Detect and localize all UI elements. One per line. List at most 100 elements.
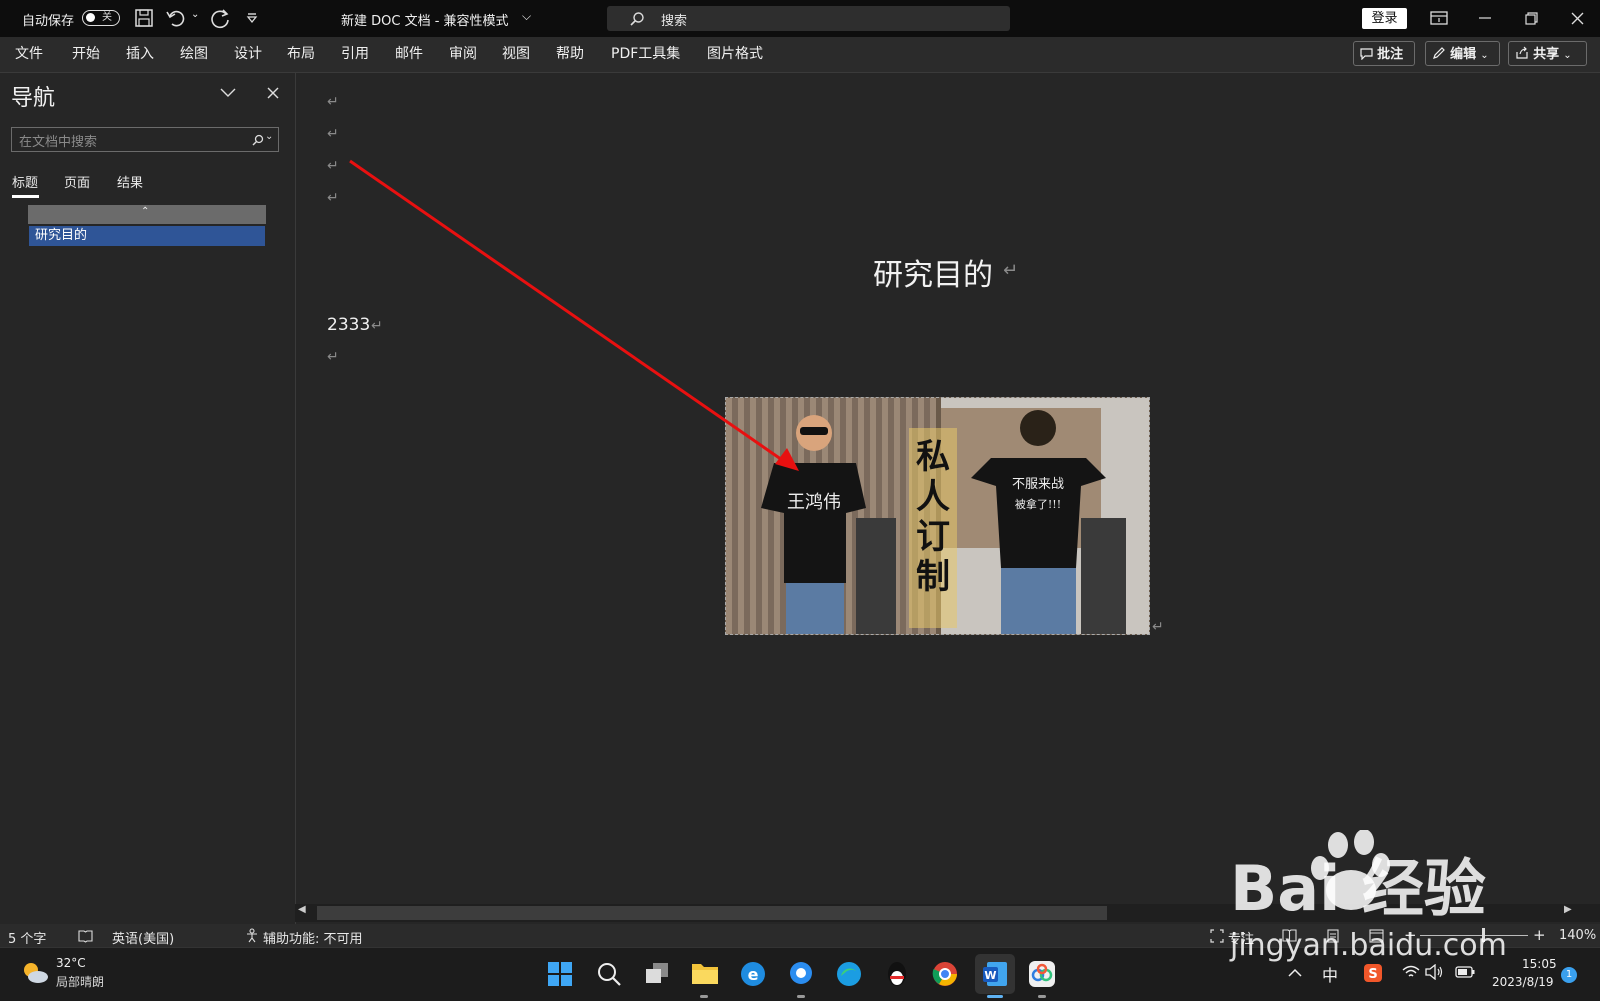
chevron-down-icon[interactable] — [220, 88, 236, 98]
menu-pdf-tools[interactable]: PDF工具集 — [611, 37, 680, 72]
language-indicator[interactable]: 英语(美国) — [112, 928, 174, 947]
web-layout-icon[interactable] — [1369, 929, 1384, 943]
qq-icon[interactable] — [883, 959, 911, 989]
baidu-netdisk-icon[interactable] — [787, 960, 815, 988]
notification-badge[interactable]: 1 — [1561, 967, 1577, 983]
nav-search-icon[interactable] — [252, 134, 264, 146]
weather-partly-sunny-icon[interactable] — [20, 959, 50, 987]
baidu-app-icon[interactable] — [1028, 960, 1056, 988]
nav-search-input[interactable]: 在文档中搜索 ⌄ — [11, 127, 279, 152]
share-label: 共享 — [1533, 47, 1560, 62]
shirt-text-right-2: 被拿了!!! — [1015, 497, 1061, 511]
menu-review[interactable]: 审阅 — [449, 37, 477, 72]
menu-mailings[interactable]: 邮件 — [395, 37, 423, 72]
editing-chevron-icon: ⌄ — [1480, 50, 1489, 61]
menu-view[interactable]: 视图 — [502, 37, 530, 72]
weather-condition[interactable]: 局部晴朗 — [56, 973, 104, 990]
shirt-text-left: 王鸿伟 — [787, 492, 841, 513]
scrollbar-thumb[interactable] — [317, 906, 1107, 920]
focus-icon[interactable] — [1210, 929, 1224, 943]
comments-label: 批注 — [1377, 47, 1404, 62]
accessibility-status[interactable]: 辅助功能: 不可用 — [263, 928, 363, 947]
share-icon — [1516, 46, 1528, 59]
red-arrow-annotation — [349, 159, 799, 471]
shirt-text-right-1: 不服来战 — [1012, 477, 1064, 492]
menu-insert[interactable]: 插入 — [126, 37, 154, 72]
tab-results[interactable]: 结果 — [117, 172, 143, 191]
document-title[interactable]: 新建 DOC 文档 - 兼容性模式 — [341, 10, 509, 29]
search-box[interactable]: 搜索 — [607, 6, 1010, 31]
tab-pages[interactable]: 页面 — [64, 172, 90, 191]
read-mode-icon[interactable] — [1282, 929, 1297, 942]
baidu-app-running-indicator — [1038, 995, 1046, 998]
zoom-in-icon[interactable]: + — [1533, 926, 1546, 944]
zoom-slider-thumb[interactable] — [1481, 928, 1485, 942]
undo-icon[interactable] — [166, 8, 188, 28]
menu-picture-format[interactable]: 图片格式 — [707, 37, 763, 72]
scroll-left-icon[interactable]: ◀ — [298, 904, 306, 915]
customize-quick-access-icon[interactable] — [246, 12, 258, 24]
login-button[interactable]: 登录 — [1362, 8, 1407, 29]
tab-headings[interactable]: 标题 — [12, 172, 38, 191]
task-view-icon[interactable] — [644, 961, 670, 987]
print-layout-icon[interactable] — [1327, 929, 1339, 943]
battery-icon[interactable] — [1455, 966, 1475, 978]
undo-dropdown-icon[interactable]: ⌄ — [191, 9, 199, 20]
title-dropdown-icon[interactable]: ⌵ — [522, 9, 531, 24]
nav-close-icon[interactable] — [267, 87, 279, 99]
save-icon[interactable] — [134, 8, 154, 28]
editing-button[interactable]: 编辑 ⌄ — [1425, 41, 1500, 66]
temperature[interactable]: 32°C — [56, 956, 86, 970]
menu-home[interactable]: 开始 — [72, 37, 100, 72]
menu-references[interactable]: 引用 — [341, 37, 369, 72]
ribbon-display-icon[interactable] — [1430, 11, 1448, 25]
accessibility-icon[interactable] — [245, 928, 259, 943]
restore-icon[interactable] — [1525, 12, 1538, 25]
redo-icon[interactable] — [210, 8, 232, 30]
menu-help[interactable]: 帮助 — [556, 37, 584, 72]
search-icon[interactable] — [596, 961, 622, 987]
scroll-right-icon[interactable]: ▶ — [1564, 904, 1572, 915]
zoom-slider[interactable] — [1420, 928, 1528, 942]
show-hidden-icons-icon[interactable] — [1288, 968, 1302, 977]
clock-date[interactable]: 2023/8/19 — [1492, 975, 1554, 989]
edge-browser-icon[interactable] — [835, 960, 863, 988]
focus-label[interactable]: 专注 — [1228, 928, 1254, 947]
file-explorer-icon[interactable] — [691, 960, 719, 986]
menu-design[interactable]: 设计 — [234, 37, 262, 72]
paragraph-mark: ↵ — [1003, 260, 1019, 281]
search-placeholder: 搜索 — [661, 14, 688, 29]
volume-icon[interactable] — [1425, 964, 1443, 980]
autosave-toggle[interactable]: 关 — [82, 10, 120, 26]
nav-search-placeholder: 在文档中搜索 — [19, 135, 98, 150]
zoom-level[interactable]: 140% — [1559, 928, 1596, 943]
minimize-icon[interactable] — [1479, 17, 1491, 19]
menu-layout[interactable]: 布局 — [287, 37, 315, 72]
tab-headings-underline — [12, 195, 39, 198]
nav-search-options-icon[interactable]: ⌄ — [265, 131, 273, 142]
clock-time[interactable]: 15:05 — [1522, 957, 1557, 971]
chrome-icon[interactable] — [931, 960, 959, 988]
svg-text:S: S — [1368, 967, 1377, 982]
menu-file[interactable]: 文件 — [15, 37, 43, 72]
zoom-out-icon[interactable]: − — [1404, 926, 1417, 944]
proofing-icon[interactable] — [78, 929, 93, 943]
svg-text:e: e — [748, 965, 759, 984]
comments-button[interactable]: 批注 — [1353, 41, 1415, 66]
word-count[interactable]: 5 个字 — [8, 928, 46, 947]
ie-browser-icon[interactable]: e — [739, 960, 767, 988]
sogou-input-icon[interactable]: S — [1363, 963, 1383, 983]
paragraph-mark: ↵ — [327, 94, 339, 110]
document-heading[interactable]: 研究目的 — [873, 250, 993, 294]
nav-heading-item[interactable]: 研究目的 — [29, 226, 265, 246]
share-button[interactable]: 共享 ⌄ — [1508, 41, 1587, 66]
collapse-all-bar[interactable]: ⌃ — [28, 205, 266, 224]
close-icon[interactable] — [1571, 12, 1584, 25]
wifi-icon[interactable] — [1402, 965, 1420, 979]
menu-draw[interactable]: 绘图 — [180, 37, 208, 72]
editing-label: 编辑 — [1450, 47, 1477, 62]
search-icon — [630, 12, 644, 26]
windows-start-icon[interactable] — [547, 961, 573, 987]
comment-icon — [1360, 48, 1373, 61]
ime-indicator[interactable]: 中 — [1322, 962, 1338, 986]
